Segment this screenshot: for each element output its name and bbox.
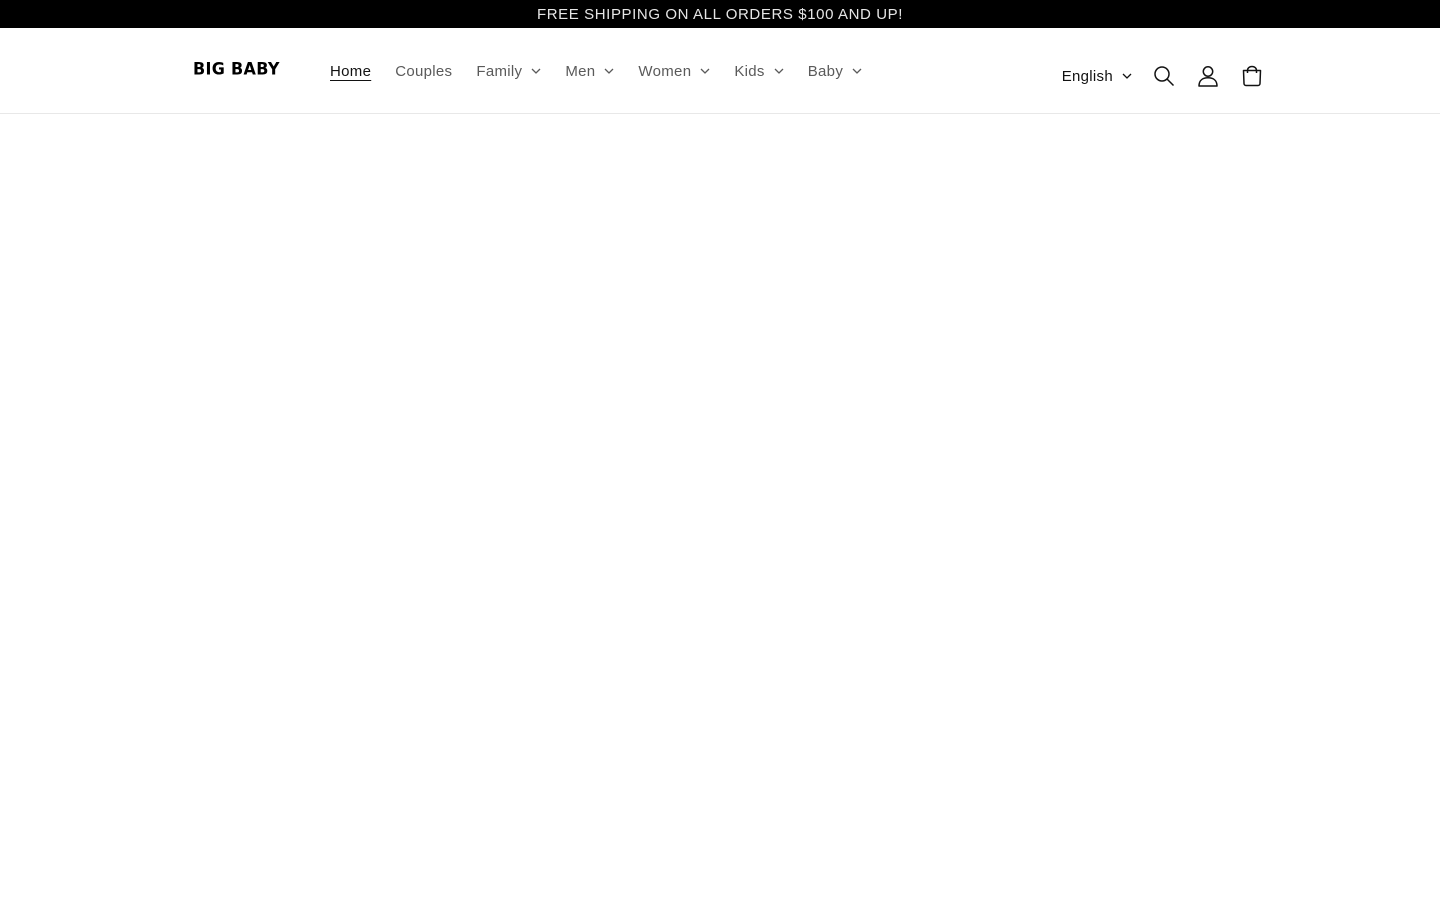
chevron-down-icon [1122,71,1132,81]
chevron-down-icon [531,66,541,76]
chevron-down-icon [852,66,862,76]
nav-item-label: Couples [395,62,453,80]
nav-item-label: Baby [807,62,844,80]
nav-item-label: Women [638,62,692,80]
language-selector[interactable]: English [1052,54,1142,98]
account-icon [1197,65,1219,87]
header-actions: English [1052,54,1274,98]
chevron-down-icon [774,66,784,76]
nav-item-label: Home [330,62,372,80]
search-icon [1153,65,1175,87]
store-logo[interactable]: BIG BABY [193,59,280,79]
language-label: English [1061,67,1113,85]
cart-icon [1241,65,1263,87]
announcement-bar: FREE SHIPPING ON ALL ORDERS $100 AND UP! [0,0,1440,28]
nav-item-couples[interactable]: Couples [383,56,464,86]
nav-item-label: Family [476,62,523,80]
nav-item-kids[interactable]: Kids [722,56,795,86]
nav-item-men[interactable]: Men [553,56,626,86]
nav-item-label: Men [565,62,596,80]
search-button[interactable] [1142,54,1186,98]
nav-item-women[interactable]: Women [626,56,722,86]
chevron-down-icon [700,66,710,76]
account-button[interactable] [1186,54,1230,98]
nav-item-home[interactable]: Home [318,56,383,86]
chevron-down-icon [604,66,614,76]
site-header: BIG BABY Home Couples Family Men Women K… [0,28,1440,114]
nav-item-label: Kids [734,62,765,80]
cart-button[interactable] [1230,54,1274,98]
nav-item-baby[interactable]: Baby [796,56,874,86]
main-navigation: Home Couples Family Men Women Kids Baby [318,56,874,86]
main-content [0,114,1440,900]
nav-item-family[interactable]: Family [464,56,553,86]
announcement-text: FREE SHIPPING ON ALL ORDERS $100 AND UP! [536,5,904,23]
